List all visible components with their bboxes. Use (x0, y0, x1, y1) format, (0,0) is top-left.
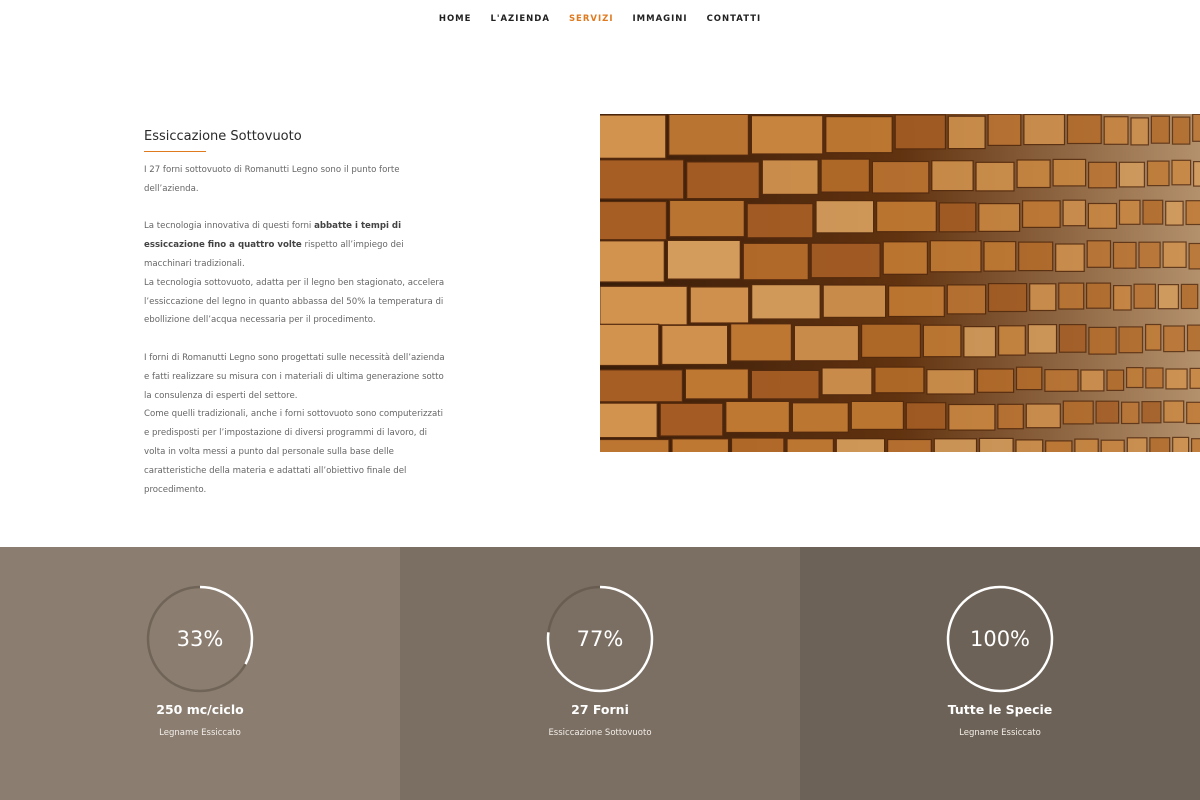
nav-item-azienda[interactable]: L'AZIENDA (490, 14, 549, 24)
statistics-band: 33% 250 mc/ciclo Legname Essiccato 77% 2… (0, 547, 1200, 800)
nav-item-immagini[interactable]: IMMAGINI (632, 14, 687, 24)
section-title: Essiccazione Sottovuoto (144, 129, 302, 144)
stat-subtitle: Legname Essiccato (159, 728, 241, 738)
stat-species: 100% Tutte le Specie Legname Essiccato (800, 547, 1200, 800)
nav-item-home[interactable]: HOME (439, 14, 472, 24)
lumber-stack-illustration (600, 114, 1200, 452)
stat-percent: 33% (176, 627, 224, 651)
stat-title: Tutte le Specie (947, 702, 1053, 717)
lumber-stack-image (600, 114, 1200, 452)
service-description: Essiccazione Sottovuoto I 27 forni sotto… (144, 114, 449, 499)
nav-item-contatti[interactable]: CONTATTI (707, 14, 762, 24)
main-navigation: HOME L'AZIENDA SERVIZI IMMAGINI CONTATTI (0, 0, 1200, 38)
paragraph-programs: Come quelli tradizionali, anche i forni … (144, 409, 444, 495)
stat-capacity: 33% 250 mc/ciclo Legname Essiccato (0, 547, 400, 800)
paragraph-vacuum: La tecnologia sottovuoto, adatta per il … (144, 277, 445, 326)
nav-item-servizi[interactable]: SERVIZI (569, 14, 614, 24)
stat-ovens: 77% 27 Forni Essiccazione Sottovuoto (400, 547, 800, 800)
stat-title: 250 mc/ciclo (156, 702, 244, 717)
stat-percent: 77% (576, 627, 624, 651)
stat-percent: 100% (969, 627, 1031, 651)
stat-subtitle: Essiccazione Sottovuoto (548, 728, 652, 738)
stat-subtitle: Legname Essiccato (959, 728, 1041, 738)
stat-title: 27 Forni (571, 702, 629, 717)
paragraph-technology: La tecnologia innovativa di questi forni… (144, 221, 404, 269)
paragraph-design: I forni di Romanutti Legno sono progetta… (144, 352, 445, 401)
image-shade (600, 114, 1200, 452)
title-underline (144, 151, 206, 152)
paragraph-intro: I 27 forni sottovuoto di Romanutti Legno… (144, 165, 400, 194)
